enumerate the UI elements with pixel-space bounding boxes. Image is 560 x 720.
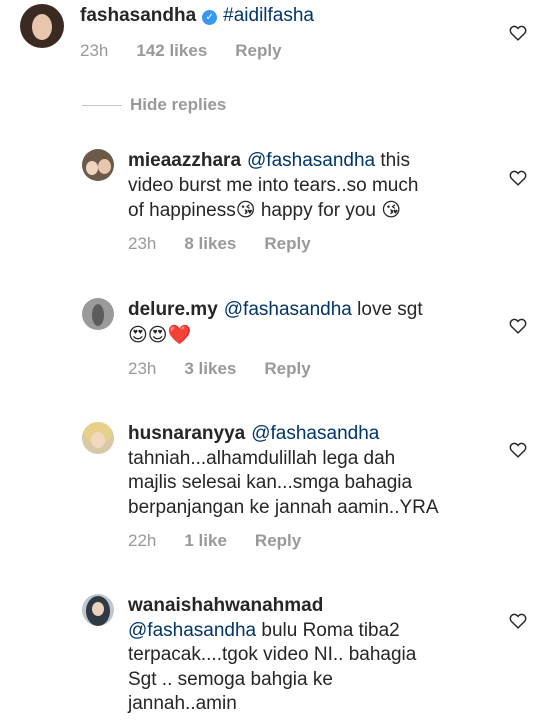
divider-line [82,104,122,106]
heart-icon[interactable] [509,442,527,458]
reply-button[interactable]: Reply [264,234,310,253]
username[interactable]: wanaishahwanahmad [128,595,323,616]
heart-icon[interactable] [509,25,527,41]
reply-button[interactable]: Reply [264,359,310,378]
username[interactable]: mieaazzhara [128,150,241,171]
timestamp: 22h [128,531,157,550]
mention-link[interactable]: @fashasandha [247,150,375,171]
comment-text: delure.my @fashasandha love sgt 😍😍❤️ [128,299,423,346]
likes-count[interactable]: 142 likes [136,41,207,60]
comment-meta: 23h 8 likes Reply [128,234,339,254]
likes-count[interactable]: 3 likes [184,359,236,378]
reply-button[interactable]: Reply [255,531,301,550]
likes-count[interactable]: 8 likes [184,234,236,253]
avatar[interactable] [82,594,114,626]
username[interactable]: fashasandha [80,5,196,26]
comment-meta: 23h 3 likes Reply [128,359,339,379]
hide-replies-label: Hide replies [130,95,227,114]
hashtag-link[interactable]: #aidilfasha [223,5,314,26]
comment-text: husnaranyya @fashasandha tahniah...alhamd… [128,423,439,518]
kiss-emoji-icon: 😘 [235,199,256,221]
avatar[interactable] [82,149,114,181]
reply-button[interactable]: Reply [235,41,281,60]
username[interactable]: delure.my [128,299,218,320]
comment-text: fashasandha ✓ #aidilfasha [80,4,314,29]
heart-icon[interactable] [509,170,527,186]
avatar[interactable] [82,298,114,330]
avatar[interactable] [82,422,114,454]
comment-text: mieaazzhara @fashasandha this video burst… [128,150,419,221]
likes-count[interactable]: 1 like [184,531,227,550]
comment-meta: 23h 142 likes Reply [80,41,310,61]
verified-badge-icon: ✓ [202,10,218,25]
timestamp: 23h [128,234,157,253]
kiss-emoji-icon: 😘 [381,199,402,221]
heart-icon[interactable] [509,613,527,629]
comment-text: wanaishahwanahmad @fashasandha bulu Roma… [128,595,417,714]
heart-icon[interactable] [509,318,527,334]
mention-link[interactable]: @fashasandha [224,299,352,320]
mention-link[interactable]: @fashasandha [128,620,256,641]
hide-replies-button[interactable]: Hide replies [82,92,226,118]
avatar[interactable] [20,4,64,48]
comment-meta: 22h 1 like Reply [128,531,329,551]
emoji-row: 😍😍❤️ [128,323,192,346]
username[interactable]: husnaranyya [128,423,245,444]
timestamp: 23h [80,41,109,60]
timestamp: 23h [128,359,157,378]
mention-link[interactable]: @fashasandha [251,423,379,444]
